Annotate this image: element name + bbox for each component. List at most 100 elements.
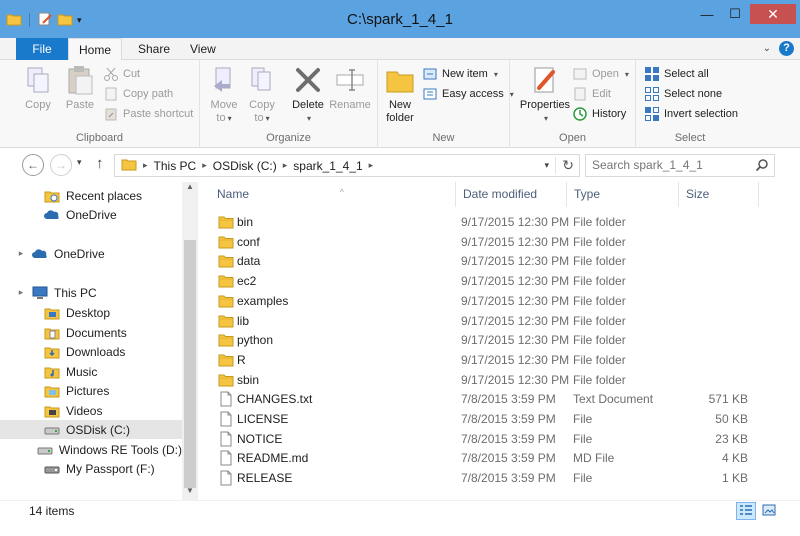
details-view-icon xyxy=(739,504,753,519)
table-row[interactable]: data 9/17/2015 12:30 PM File folder xyxy=(210,251,770,271)
rename-button[interactable]: Rename xyxy=(328,64,372,112)
tab-view[interactable]: View xyxy=(178,38,228,60)
table-row[interactable]: bin 9/17/2015 12:30 PM File folder xyxy=(210,212,770,232)
properties-button[interactable]: Properties ▾ xyxy=(516,64,574,125)
cut-button[interactable]: Cut xyxy=(103,65,140,83)
table-row[interactable]: sbin 9/17/2015 12:30 PM File folder xyxy=(210,370,770,390)
delete-button[interactable]: Delete ▾ xyxy=(288,64,328,125)
table-row[interactable]: CHANGES.txt 7/8/2015 3:59 PM Text Document… xyxy=(210,389,770,409)
table-row[interactable]: R 9/17/2015 12:30 PM File folder xyxy=(210,350,770,370)
select-all-button[interactable]: Select all xyxy=(644,65,709,83)
file-size: 4 KB xyxy=(721,451,748,466)
large-icons-view-button[interactable] xyxy=(759,502,779,520)
refresh-icon[interactable]: ↻ xyxy=(555,157,574,174)
file-type: File folder xyxy=(573,313,626,328)
history-button[interactable]: History xyxy=(572,105,626,123)
copy-path-button[interactable]: Copy path xyxy=(103,85,173,103)
nav-item[interactable]: Windows RE Tools (D:) xyxy=(0,440,182,459)
select-none-button[interactable]: Select none xyxy=(644,85,722,103)
new-folder-button[interactable]: New folder xyxy=(382,64,418,125)
tab-file[interactable]: File xyxy=(16,38,68,60)
nav-item[interactable]: ▸ OneDrive xyxy=(0,244,182,263)
table-row[interactable]: NOTICE 7/8/2015 3:59 PM File 23 KB xyxy=(210,429,770,449)
move-to-button[interactable]: Move to ▾ xyxy=(204,64,244,125)
edit-button[interactable]: Edit xyxy=(572,85,611,103)
copy-to-button[interactable]: Copy to ▾ xyxy=(242,64,282,125)
table-row[interactable]: conf 9/17/2015 12:30 PM File folder xyxy=(210,232,770,252)
file-icon xyxy=(218,391,234,407)
folder-icon xyxy=(218,313,234,329)
nav-item-label: This PC xyxy=(54,285,97,300)
maximize-button[interactable]: ☐ xyxy=(722,4,748,24)
edit-label: Edit xyxy=(592,88,611,100)
back-button[interactable]: ← xyxy=(22,154,44,176)
documents-folder-icon xyxy=(44,325,60,341)
nav-scrollbar[interactable]: ▲ ▼ xyxy=(182,182,198,500)
column-header-name[interactable]: ^ Name xyxy=(210,182,455,207)
new-folder-label-line2: folder xyxy=(386,112,414,124)
table-row[interactable]: examples 9/17/2015 12:30 PM File folder xyxy=(210,291,770,311)
chevron-right-icon[interactable]: ▸ xyxy=(369,160,374,171)
details-view-button[interactable] xyxy=(736,502,756,520)
table-row[interactable]: python 9/17/2015 12:30 PM File folder xyxy=(210,330,770,350)
chevron-down-icon[interactable]: ⌄ xyxy=(763,43,771,54)
paste-button[interactable]: Paste xyxy=(60,64,100,112)
chevron-right-icon[interactable]: ▸ xyxy=(283,160,288,171)
column-name-label: Name xyxy=(217,187,250,201)
table-row[interactable]: RELEASE 7/8/2015 3:59 PM File 1 KB xyxy=(210,468,770,488)
easy-access-button[interactable]: Easy access ▾ xyxy=(422,85,514,103)
recent-locations-dropdown[interactable]: ▾ xyxy=(77,157,82,168)
paste-shortcut-button[interactable]: Paste shortcut xyxy=(103,105,193,123)
invert-selection-button[interactable]: Invert selection xyxy=(644,105,738,123)
file-size: 23 KB xyxy=(715,431,748,446)
nav-item[interactable]: Desktop xyxy=(0,303,182,322)
tab-home[interactable]: Home xyxy=(68,38,122,61)
column-header-date[interactable]: Date modified xyxy=(455,182,567,207)
nav-item[interactable]: Music xyxy=(0,362,182,381)
nav-item[interactable]: Pictures xyxy=(0,381,182,400)
clipboard-group-label: Clipboard xyxy=(75,132,124,144)
help-button[interactable]: ? xyxy=(779,41,794,56)
nav-item[interactable]: OneDrive xyxy=(0,205,182,224)
table-row[interactable]: ec2 9/17/2015 12:30 PM File folder xyxy=(210,271,770,291)
nav-item[interactable]: ▸ This PC xyxy=(0,283,182,302)
column-header-type[interactable]: Type xyxy=(567,182,679,207)
breadcrumb-osdisk[interactable]: OSDisk (C:) xyxy=(213,159,277,173)
scroll-up-arrow[interactable]: ▲ xyxy=(182,182,198,196)
chevron-right-icon[interactable]: ▸ xyxy=(143,160,148,171)
scroll-down-arrow[interactable]: ▼ xyxy=(182,486,198,500)
new-item-button[interactable]: New item ▾ xyxy=(422,65,498,83)
forward-button[interactable]: → xyxy=(50,154,72,176)
title-bar[interactable]: ▾ C:\spark_1_4_1 — ☐ ✕ xyxy=(0,0,800,38)
nav-item[interactable]: Documents xyxy=(0,323,182,342)
breadcrumb-spark[interactable]: spark_1_4_1 xyxy=(293,159,362,173)
chevron-right-icon[interactable]: ▸ xyxy=(202,160,207,171)
open-button[interactable]: Open ▾ xyxy=(572,65,629,83)
table-row[interactable]: LICENSE 7/8/2015 3:59 PM File 50 KB xyxy=(210,409,770,429)
scrollbar-thumb[interactable] xyxy=(184,240,196,488)
breadcrumb-this-pc[interactable]: This PC xyxy=(154,159,197,173)
file-list: ^ Name Date modified Type Size bin 9/17/2… xyxy=(198,182,800,500)
nav-item[interactable]: Recent places xyxy=(0,186,182,205)
nav-item[interactable]: My Passport (F:) xyxy=(0,459,182,478)
address-bar[interactable]: ▸ This PC ▸ OSDisk (C:) ▸ spark_1_4_1 ▸ … xyxy=(114,154,580,177)
arrow-right-icon: → xyxy=(55,158,67,172)
nav-item[interactable]: Videos xyxy=(0,401,182,420)
search-icon[interactable] xyxy=(755,158,769,175)
address-history-dropdown[interactable]: ▾ xyxy=(544,160,549,171)
search-box[interactable] xyxy=(585,154,775,177)
minimize-button[interactable]: — xyxy=(694,4,720,24)
paste-shortcut-label: Paste shortcut xyxy=(123,108,194,120)
column-header-size[interactable]: Size xyxy=(679,182,759,207)
nav-item[interactable]: Downloads xyxy=(0,342,182,361)
chevron-right-icon[interactable]: ▸ xyxy=(16,248,26,259)
nav-item[interactable]: OSDisk (C:) xyxy=(0,420,182,439)
table-row[interactable]: lib 9/17/2015 12:30 PM File folder xyxy=(210,311,770,331)
table-row[interactable]: README.md 7/8/2015 3:59 PM MD File 4 KB xyxy=(210,448,770,468)
close-button[interactable]: ✕ xyxy=(750,4,796,24)
tab-share[interactable]: Share xyxy=(126,38,182,60)
search-input[interactable] xyxy=(592,158,742,172)
chevron-right-icon[interactable]: ▸ xyxy=(16,287,26,298)
up-button[interactable]: ↑ xyxy=(96,155,104,172)
copy-button[interactable]: Copy xyxy=(18,64,58,112)
